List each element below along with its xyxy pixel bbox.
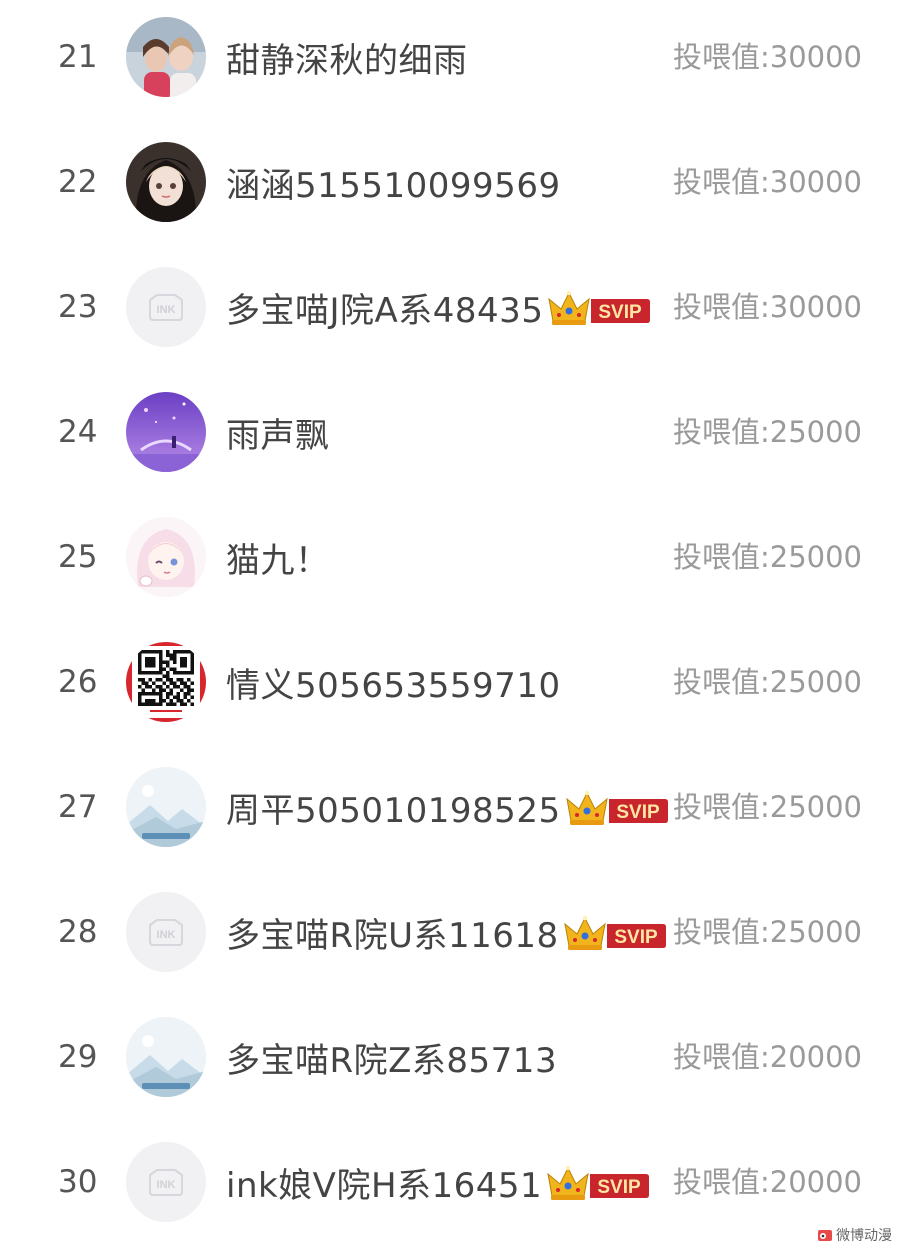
user-name-wrap: 猫九！: [226, 502, 330, 612]
user-name-wrap: 多宝喵R院U系11618 SVIP: [226, 877, 667, 987]
ink-default-avatar: INK: [126, 267, 206, 347]
user-name-wrap: ink娘V院H系16451 SVIP: [226, 1127, 650, 1237]
svip-crown-badge-icon: SVIP: [546, 1162, 650, 1202]
avatar[interactable]: [126, 17, 206, 97]
list-item[interactable]: 21 甜静深秋的细雨 投喂值:30000: [0, 2, 900, 112]
weibo-logo-icon: [818, 1230, 832, 1241]
list-item[interactable]: 30 INK ink娘V院H系16451 SVIP 投喂值:20000: [0, 1127, 900, 1237]
rank-number: 27: [58, 789, 98, 825]
user-name[interactable]: ink娘V院H系16451: [226, 1158, 542, 1207]
user-name[interactable]: 多宝喵R院Z系85713: [226, 1033, 557, 1082]
avatar[interactable]: [126, 767, 206, 847]
feed-value: 投喂值:20000: [672, 1040, 862, 1074]
svg-text:INK: INK: [157, 304, 176, 316]
svg-text:INK: INK: [157, 929, 176, 941]
rank-number: 30: [58, 1164, 98, 1200]
user-name-wrap: 雨声飘: [226, 377, 330, 487]
rank-number: 21: [58, 39, 98, 75]
avatar[interactable]: [126, 1017, 206, 1097]
feed-value: 投喂值:30000: [672, 40, 862, 74]
list-item[interactable]: 28 INK 多宝喵R院U系11618 SVIP 投喂值:25000: [0, 877, 900, 987]
user-name[interactable]: 猫九！: [226, 533, 330, 582]
list-item[interactable]: 29 多宝喵R院Z系85713 投喂值:20000: [0, 1002, 900, 1112]
rank-number: 22: [58, 164, 98, 200]
landscape-avatar: [126, 767, 206, 847]
user-name[interactable]: 雨声飘: [226, 408, 330, 457]
rank-number: 24: [58, 414, 98, 450]
landscape-avatar: [126, 1017, 206, 1097]
qr-code-avatar: [126, 642, 206, 722]
list-item[interactable]: 27 周平505010198525 SVIP 投喂值:25000: [0, 752, 900, 862]
user-name-wrap: 涵涵515510099569: [226, 127, 561, 237]
svip-crown-badge-icon: SVIP: [547, 287, 651, 327]
avatar[interactable]: INK: [126, 267, 206, 347]
purple-scene-avatar: [126, 392, 206, 472]
feed-value: 投喂值:25000: [672, 665, 862, 699]
rank-number: 28: [58, 914, 98, 950]
user-name-wrap: 周平505010198525 SVIP: [226, 752, 669, 862]
feed-value: 投喂值:25000: [672, 415, 862, 449]
rank-number: 25: [58, 539, 98, 575]
feed-value: 投喂值:25000: [672, 790, 862, 824]
avatar[interactable]: INK: [126, 892, 206, 972]
feed-value: 投喂值:25000: [672, 915, 862, 949]
user-name-wrap: 多宝喵J院A系48435 SVIP: [226, 252, 651, 362]
rank-number: 23: [58, 289, 98, 325]
svip-crown-badge-icon: SVIP: [565, 787, 669, 827]
avatar[interactable]: [126, 517, 206, 597]
svg-text:SVIP: SVIP: [598, 1177, 642, 1198]
svg-text:INK: INK: [157, 1179, 176, 1191]
svg-text:SVIP: SVIP: [616, 802, 660, 823]
list-item[interactable]: 26 情义505653559710 投喂值:25000: [0, 627, 900, 737]
anime-girl-avatar: [126, 517, 206, 597]
svg-text:SVIP: SVIP: [614, 927, 658, 948]
user-name-wrap: 多宝喵R院Z系85713: [226, 1002, 557, 1112]
user-name[interactable]: 多宝喵J院A系48435: [226, 283, 543, 332]
list-item[interactable]: 24 雨声飘 投喂值:25000: [0, 377, 900, 487]
feed-value: 投喂值:25000: [672, 540, 862, 574]
list-item[interactable]: 25 猫九！ 投喂值:25000: [0, 502, 900, 612]
feed-value: 投喂值:30000: [672, 290, 862, 324]
doll-avatar: [126, 142, 206, 222]
rank-number: 26: [58, 664, 98, 700]
avatar[interactable]: INK: [126, 1142, 206, 1222]
photo-avatar: [126, 17, 206, 97]
feed-value: 投喂值:30000: [672, 165, 862, 199]
user-name[interactable]: 多宝喵R院U系11618: [226, 908, 559, 957]
avatar[interactable]: [126, 642, 206, 722]
user-name[interactable]: 涵涵515510099569: [226, 158, 561, 207]
user-name[interactable]: 甜静深秋的细雨: [226, 33, 468, 82]
list-item[interactable]: 23 INK 多宝喵J院A系48435 SVIP 投喂值:30000: [0, 252, 900, 362]
watermark-text: 微博动漫: [836, 1228, 892, 1244]
user-name-wrap: 甜静深秋的细雨: [226, 2, 468, 112]
avatar[interactable]: [126, 142, 206, 222]
svg-text:SVIP: SVIP: [599, 302, 643, 323]
user-name-wrap: 情义505653559710: [226, 627, 561, 737]
feed-value: 投喂值:20000: [672, 1165, 862, 1199]
ink-default-avatar: INK: [126, 892, 206, 972]
watermark: 微博动漫: [817, 1224, 892, 1246]
user-name[interactable]: 周平505010198525: [226, 783, 561, 832]
svip-crown-badge-icon: SVIP: [563, 912, 667, 952]
avatar[interactable]: [126, 392, 206, 472]
list-item[interactable]: 22 涵涵515510099569 投喂值:30000: [0, 127, 900, 237]
rank-number: 29: [58, 1039, 98, 1075]
user-name[interactable]: 情义505653559710: [226, 658, 561, 707]
ink-default-avatar: INK: [126, 1142, 206, 1222]
